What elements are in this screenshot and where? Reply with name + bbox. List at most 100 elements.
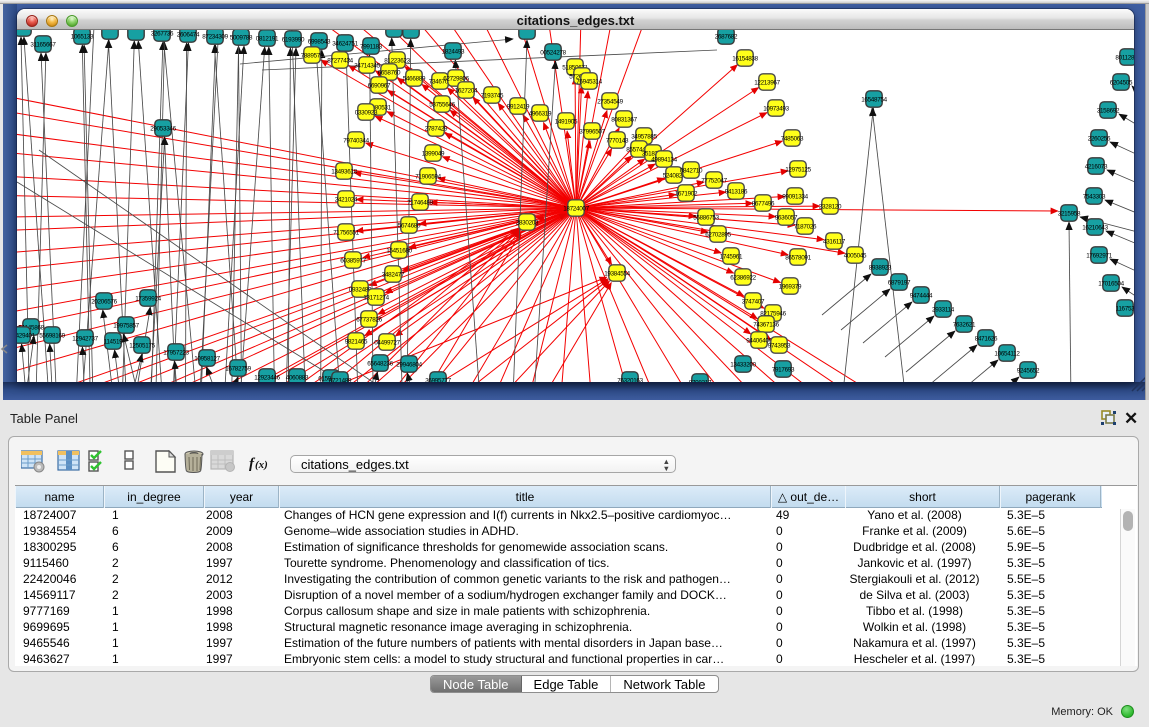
svg-text:04499727: 04499727 — [374, 339, 400, 346]
svg-text:65648236: 65648236 — [367, 360, 393, 367]
svg-text:71756551: 71756551 — [333, 229, 359, 236]
svg-text:3482477: 3482477 — [382, 271, 405, 278]
svg-text:62386922: 62386922 — [730, 274, 756, 281]
svg-text:1969379: 1969379 — [779, 283, 802, 290]
svg-text:2933114: 2933114 — [932, 306, 955, 313]
svg-text:9636057: 9636057 — [775, 214, 798, 221]
svg-text:31165667: 31165667 — [30, 41, 56, 48]
svg-text:12942737: 12942737 — [72, 335, 98, 342]
svg-text:16548754: 16548754 — [861, 96, 887, 103]
svg-text:8471626: 8471626 — [975, 335, 998, 342]
svg-text:13493618: 13493618 — [331, 168, 357, 175]
svg-text:8708317: 8708317 — [689, 379, 712, 382]
svg-text:7543303: 7543303 — [1083, 193, 1106, 200]
svg-text:15451680: 15451680 — [386, 247, 412, 254]
svg-text:6193990: 6193990 — [282, 36, 305, 43]
svg-text:67737826: 67737826 — [356, 316, 382, 323]
svg-text:6204505: 6204505 — [1110, 79, 1133, 86]
svg-text:17692971: 17692971 — [1086, 252, 1112, 259]
svg-text:9743953: 9743953 — [768, 342, 791, 349]
svg-text:00524278: 00524278 — [540, 49, 566, 56]
svg-text:16210643: 16210643 — [1082, 224, 1108, 231]
svg-text:55886753: 55886753 — [693, 214, 719, 221]
svg-text:49894134: 49894134 — [651, 156, 677, 163]
svg-text:4216073: 4216073 — [1085, 163, 1108, 170]
svg-text:1745961: 1745961 — [720, 253, 743, 260]
svg-text:3267736: 3267736 — [151, 30, 174, 37]
svg-text:8938923: 8938923 — [869, 264, 892, 271]
svg-text:2328120: 2328120 — [819, 203, 842, 210]
svg-text:7770143: 7770143 — [606, 137, 629, 144]
svg-text:8721489: 8721489 — [329, 377, 352, 382]
svg-text:3747407: 3747407 — [742, 298, 765, 305]
svg-text:1399049: 1399049 — [422, 150, 445, 157]
svg-text:12923446: 12923446 — [254, 374, 280, 381]
svg-text:4316117: 4316117 — [823, 238, 846, 245]
svg-text:9245652: 9245652 — [1017, 367, 1040, 374]
svg-text:6690967: 6690967 — [368, 82, 391, 89]
svg-text:86578091: 86578091 — [785, 254, 811, 261]
svg-text:19384554: 19384554 — [604, 270, 630, 277]
svg-text:5674680: 5674680 — [398, 222, 421, 229]
svg-text:34624751: 34624751 — [332, 40, 358, 47]
svg-text:0812191: 0812191 — [256, 35, 279, 42]
svg-text:34714345: 34714345 — [354, 62, 380, 69]
svg-text:79740344: 79740344 — [343, 137, 369, 144]
svg-text:17016504: 17016504 — [1098, 280, 1124, 287]
svg-text:16782759: 16782759 — [225, 365, 251, 372]
svg-text:6998543: 6998543 — [308, 38, 331, 45]
svg-text:12213967: 12213967 — [754, 79, 780, 86]
svg-text:9413186: 9413186 — [725, 188, 748, 195]
svg-text:77752047: 77752047 — [701, 177, 727, 184]
svg-text:2687682: 2687682 — [715, 33, 738, 40]
svg-text:5009788: 5009788 — [230, 34, 253, 41]
svg-text:6879197: 6879197 — [888, 279, 911, 286]
svg-text:1627204: 1627204 — [455, 87, 478, 94]
svg-text:7632621: 7632621 — [953, 321, 976, 328]
svg-text:0842710: 0842710 — [680, 167, 703, 174]
svg-text:10973493: 10973493 — [763, 105, 789, 112]
svg-text:114519: 114519 — [104, 338, 124, 345]
svg-text:8677496: 8677496 — [752, 200, 775, 207]
svg-text:13171274: 13171274 — [363, 294, 389, 301]
svg-text:9821465: 9821465 — [345, 338, 368, 345]
svg-text:2606474: 2606474 — [177, 31, 200, 38]
svg-text:80112805: 80112805 — [1115, 54, 1134, 61]
svg-text:2260256: 2260256 — [1088, 135, 1111, 142]
svg-text:36995777: 36995777 — [425, 377, 451, 382]
svg-text:29053346: 29053346 — [150, 125, 176, 132]
svg-text:60385977: 60385977 — [340, 257, 366, 264]
svg-text:7991183: 7991183 — [360, 43, 383, 50]
svg-text:19975857: 19975857 — [113, 322, 139, 329]
svg-text:12975125: 12975125 — [785, 166, 811, 173]
svg-text:5466889: 5466889 — [403, 75, 426, 82]
svg-text:10958127: 10958127 — [194, 355, 220, 362]
svg-text:76320163: 76320163 — [617, 377, 643, 382]
svg-text:29946804: 29946804 — [396, 361, 422, 368]
svg-text:7917693: 7917693 — [772, 366, 795, 373]
svg-text:53755646: 53755646 — [429, 101, 455, 108]
svg-text:55698169: 55698169 — [39, 332, 65, 339]
svg-text:99091334: 99091334 — [782, 193, 808, 200]
svg-text:62702895: 62702895 — [705, 231, 731, 238]
svg-text:76945314: 76945314 — [576, 78, 602, 85]
svg-text:10654112: 10654112 — [994, 350, 1020, 357]
svg-text:37996507: 37996507 — [579, 128, 605, 135]
svg-text:17359924: 17359924 — [135, 295, 161, 302]
svg-text:7889579: 7889579 — [301, 52, 324, 59]
svg-text:4966319: 4966319 — [529, 110, 552, 117]
svg-text:87277434: 87277434 — [327, 57, 353, 64]
svg-text:2830203: 2830203 — [516, 219, 539, 226]
svg-text:4005045: 4005045 — [844, 252, 867, 259]
svg-text:1671902: 1671902 — [675, 190, 698, 197]
svg-text:7193745: 7193745 — [481, 92, 504, 99]
svg-text:116753: 116753 — [1116, 305, 1134, 312]
svg-text:1065133: 1065133 — [71, 33, 94, 40]
svg-text:12505175: 12505175 — [129, 342, 155, 349]
svg-text:80831367: 80831367 — [611, 116, 637, 123]
svg-text:27354549: 27354549 — [597, 98, 623, 105]
svg-text:71746488: 71746488 — [407, 199, 433, 206]
svg-text:9912419: 9912419 — [507, 103, 530, 110]
svg-text:7187026: 7187026 — [794, 223, 817, 230]
svg-text:6658760: 6658760 — [378, 69, 401, 76]
